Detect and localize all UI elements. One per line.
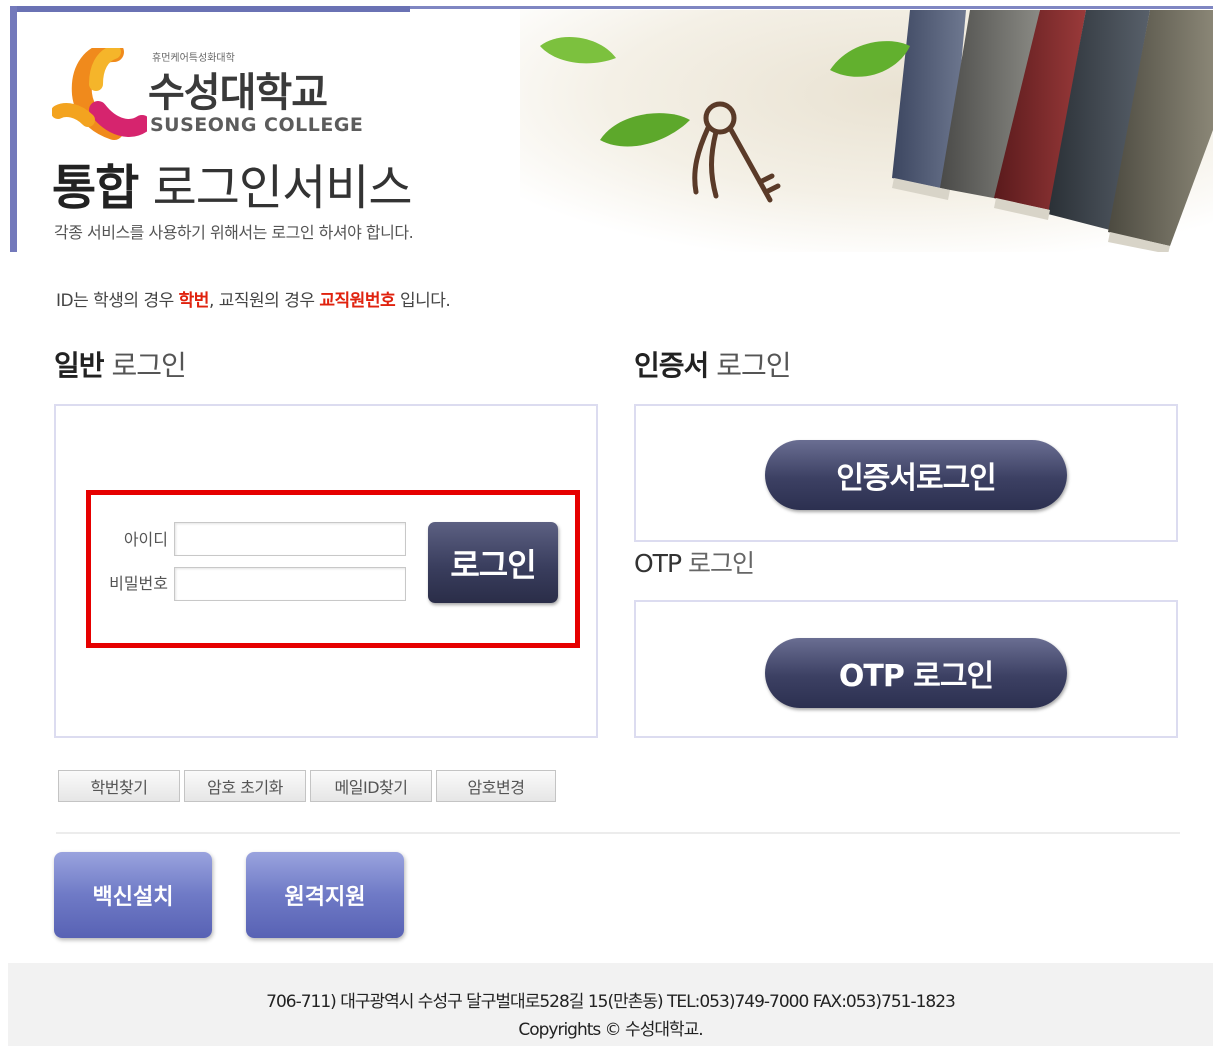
logo-korean-name: 수성대학교 <box>148 70 328 116</box>
otp-login-title-light: 로그인 <box>687 549 755 578</box>
cert-login-title: 인증서 로그인 <box>634 344 791 384</box>
general-login-title-bold: 일반 <box>54 349 105 382</box>
notice-text-1: ID는 학생의 경우 <box>56 291 179 311</box>
remote-support-button[interactable]: 원격지원 <box>246 852 404 938</box>
change-password-button[interactable]: 암호변경 <box>436 770 556 802</box>
college-logo <box>51 42 151 140</box>
otp-login-title: OTP 로그인 <box>634 544 755 580</box>
notice-highlight-staff-id: 교직원번호 <box>319 291 396 311</box>
footer: 706-711) 대구광역시 수성구 달구벌대로528길 15(만촌동) TEL… <box>8 963 1213 1046</box>
otp-login-title-bold: OTP <box>634 549 682 578</box>
page-subtitle: 각종 서비스를 사용하기 위해서는 로그인 하셔야 합니다. <box>54 223 414 242</box>
cert-login-title-bold: 인증서 <box>634 349 709 382</box>
notice-text-3: 입니다. <box>395 291 451 311</box>
footer-address: 706-711) 대구광역시 수성구 달구벌대로528길 15(만촌동) TEL… <box>266 992 956 1012</box>
general-login-title-light: 로그인 <box>111 349 186 382</box>
otp-login-button[interactable]: OTP 로그인 <box>765 638 1067 708</box>
reset-password-button[interactable]: 암호 초기화 <box>184 770 306 802</box>
install-vaccine-button[interactable]: 백신설치 <box>54 852 212 938</box>
page-title-light: 로그인서비스 <box>152 160 413 216</box>
header-left-bar <box>10 6 17 252</box>
id-notice: ID는 학생의 경우 학번, 교직원의 경우 교직원번호 입니다. <box>56 286 451 311</box>
cert-login-title-light: 로그인 <box>716 349 791 382</box>
logo-english-name: SUSEONG COLLEGE <box>150 114 364 136</box>
annotation-highlight-box <box>86 490 580 648</box>
find-mail-id-button[interactable]: 메일ID찾기 <box>310 770 432 802</box>
cert-login-button[interactable]: 인증서로그인 <box>765 440 1067 510</box>
header-top-accent <box>10 6 410 12</box>
general-login-title: 일반 로그인 <box>54 344 187 384</box>
footer-copyright: Copyrights © 수성대학교. <box>518 1020 703 1040</box>
page-title-bold: 통합 <box>52 160 139 216</box>
section-divider <box>56 832 1180 834</box>
account-tools-bar: 학번찾기 암호 초기화 메일ID찾기 암호변경 <box>58 770 560 802</box>
notice-highlight-student-id: 학번 <box>178 291 210 311</box>
find-student-id-button[interactable]: 학번찾기 <box>58 770 180 802</box>
notice-text-2: , 교직원의 경우 <box>208 291 320 311</box>
page-title: 통합 로그인서비스 <box>52 148 413 218</box>
header-hero-image <box>520 10 1213 252</box>
